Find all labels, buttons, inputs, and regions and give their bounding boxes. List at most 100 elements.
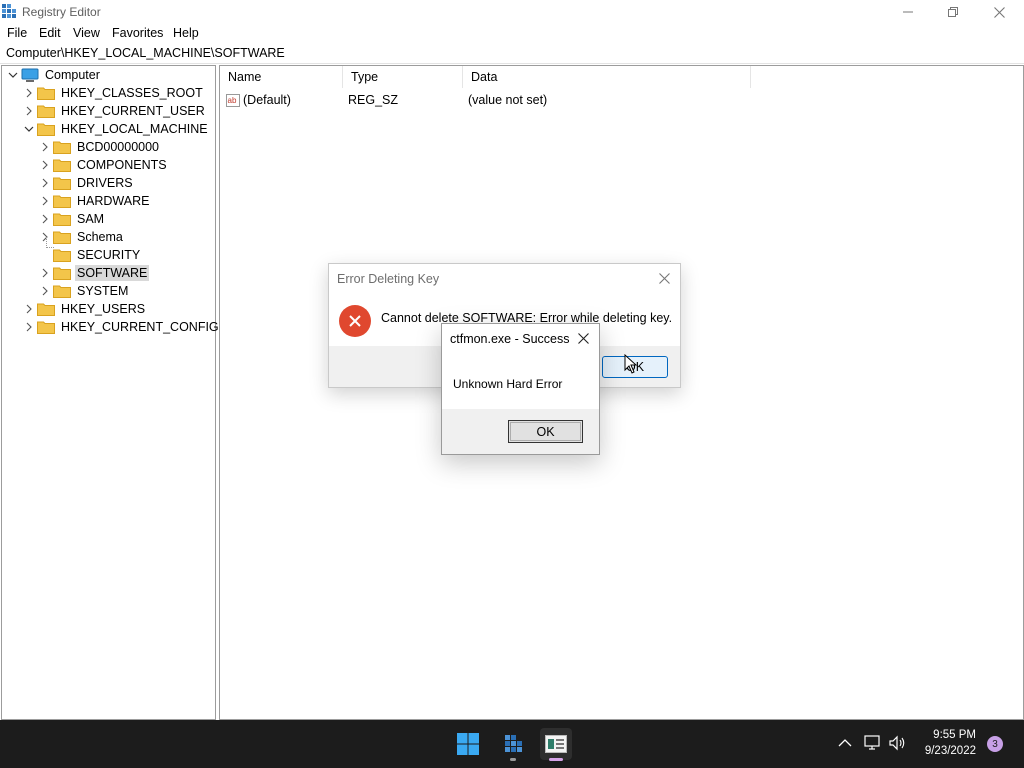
folder-icon [53, 195, 71, 208]
tree-label: HKEY_LOCAL_MACHINE [61, 122, 208, 136]
restore-button[interactable] [930, 0, 976, 24]
folder-icon [37, 303, 55, 316]
start-icon [457, 733, 479, 755]
list-item-name-text: (Default) [243, 93, 291, 107]
chevron-right-icon[interactable] [39, 192, 51, 210]
chevron-up-icon[interactable] [838, 738, 852, 748]
minimize-button[interactable] [885, 0, 931, 24]
tree-label: Computer [45, 68, 100, 82]
close-icon [993, 6, 1005, 18]
tree-label: SYSTEM [77, 284, 129, 298]
folder-icon [53, 231, 71, 244]
clock-time[interactable]: 9:55 PM [918, 729, 976, 741]
network-icon[interactable] [864, 735, 882, 751]
dialog-close-button[interactable] [573, 328, 593, 348]
minimize-icon [903, 11, 913, 13]
tree-label: HARDWARE [77, 194, 150, 208]
close-icon [577, 332, 589, 344]
ctfmon-success-dialog[interactable]: ctfmon.exe - Success Unknown Hard Error … [441, 323, 600, 455]
chevron-right-icon[interactable] [39, 138, 51, 156]
tree-label: SAM [77, 212, 105, 226]
window-title: Registry Editor [22, 5, 101, 19]
menu-view[interactable]: View [71, 26, 102, 40]
list-item-name[interactable]: ab (Default) [226, 91, 291, 109]
folder-icon [53, 249, 71, 262]
menu-file[interactable]: File [5, 26, 29, 40]
folder-icon [53, 213, 71, 226]
folder-icon [37, 105, 55, 118]
chevron-right-icon[interactable] [39, 264, 51, 282]
menu-edit[interactable]: Edit [37, 26, 63, 40]
dialog-title: ctfmon.exe - Success [450, 332, 570, 346]
tree-item-software[interactable]: SOFTWARE [39, 264, 150, 282]
chevron-right-icon[interactable] [39, 210, 51, 228]
tree-item-sam[interactable]: SAM [39, 210, 106, 228]
chevron-right-icon[interactable] [39, 156, 51, 174]
menu-favorites[interactable]: Favorites [110, 26, 165, 40]
column-header-name[interactable]: Name [220, 66, 343, 88]
tree-label: DRIVERS [77, 176, 133, 190]
tree-item-hkey-local-machine[interactable]: HKEY_LOCAL_MACHINE [23, 120, 210, 138]
computer-icon [21, 68, 39, 82]
values-list[interactable]: Name Type Data ab (Default) REG_SZ (valu… [219, 65, 1024, 720]
tree-label: SECURITY [77, 248, 141, 262]
volume-icon[interactable] [889, 735, 907, 751]
address-path[interactable]: Computer\HKEY_LOCAL_MACHINE\SOFTWARE [6, 46, 285, 60]
chevron-right-icon[interactable] [23, 102, 35, 120]
tree-item-hkey-users[interactable]: HKEY_USERS [23, 300, 147, 318]
tree-item-bcd[interactable]: BCD00000000 [39, 138, 161, 156]
column-header-data[interactable]: Data [463, 66, 751, 88]
taskbar-registry-editor[interactable] [497, 728, 529, 761]
registry-editor-icon [2, 4, 16, 18]
tree-item-security[interactable]: SECURITY [39, 246, 142, 264]
tree-label: HKEY_CURRENT_USER [61, 104, 205, 118]
dialog-title: Error Deleting Key [337, 272, 440, 286]
tree-item-computer[interactable]: Computer [7, 66, 102, 84]
tree-label-selected: SOFTWARE [75, 265, 150, 281]
tree-item-hkey-current-user[interactable]: HKEY_CURRENT_USER [23, 102, 207, 120]
tree-label: HKEY_USERS [61, 302, 146, 316]
dialog-close-button[interactable] [654, 268, 674, 288]
folder-icon [37, 321, 55, 334]
running-indicator [510, 758, 516, 761]
active-indicator [549, 758, 563, 761]
tree-item-hkey-classes-root[interactable]: HKEY_CLASSES_ROOT [23, 84, 205, 102]
tree-label: HKEY_CLASSES_ROOT [61, 86, 203, 100]
chevron-down-icon[interactable] [7, 66, 19, 84]
address-bar[interactable]: Computer\HKEY_LOCAL_MACHINE\SOFTWARE [0, 44, 1024, 64]
tree-item-components[interactable]: COMPONENTS [39, 156, 169, 174]
clock-date[interactable]: 9/23/2022 [912, 745, 976, 757]
tree-item-drivers[interactable]: DRIVERS [39, 174, 135, 192]
close-button[interactable] [976, 0, 1022, 24]
chevron-right-icon[interactable] [39, 282, 51, 300]
chevron-down-icon[interactable] [23, 120, 35, 138]
chevron-right-icon[interactable] [23, 84, 35, 102]
start-button[interactable] [452, 728, 484, 760]
key-tree[interactable]: Computer HKEY_CLASSES_ROOT HKEY_CURRENT_… [1, 65, 219, 720]
chevron-right-icon[interactable] [23, 318, 35, 336]
tree-item-hkey-current-config[interactable]: HKEY_CURRENT_CONFIG [23, 318, 221, 336]
menu-help[interactable]: Help [171, 26, 201, 40]
column-header-type[interactable]: Type [343, 66, 463, 88]
tree-item-hardware[interactable]: HARDWARE [39, 192, 151, 210]
chevron-right-icon[interactable] [23, 300, 35, 318]
taskbar-app-window[interactable] [540, 728, 572, 761]
ok-button[interactable]: OK [508, 420, 583, 443]
folder-icon [53, 267, 71, 280]
app-window-icon [545, 735, 567, 753]
folder-icon [53, 285, 71, 298]
registry-editor-icon [505, 735, 522, 752]
tree-label: BCD00000000 [77, 140, 160, 154]
tree-item-system[interactable]: SYSTEM [39, 282, 130, 300]
title-bar: Registry Editor [0, 0, 1024, 24]
menu-bar: File Edit View Favorites Help [0, 24, 1024, 44]
tree-label: Schema [77, 230, 123, 244]
chevron-right-icon[interactable] [39, 174, 51, 192]
list-item-data: (value not set) [468, 93, 548, 107]
dialog-message: Unknown Hard Error [453, 377, 563, 391]
tree-label: COMPONENTS [77, 158, 167, 172]
folder-icon [53, 141, 71, 154]
list-item-type: REG_SZ [348, 93, 399, 107]
folder-icon [53, 177, 71, 190]
notification-badge[interactable]: 3 [987, 736, 1003, 752]
